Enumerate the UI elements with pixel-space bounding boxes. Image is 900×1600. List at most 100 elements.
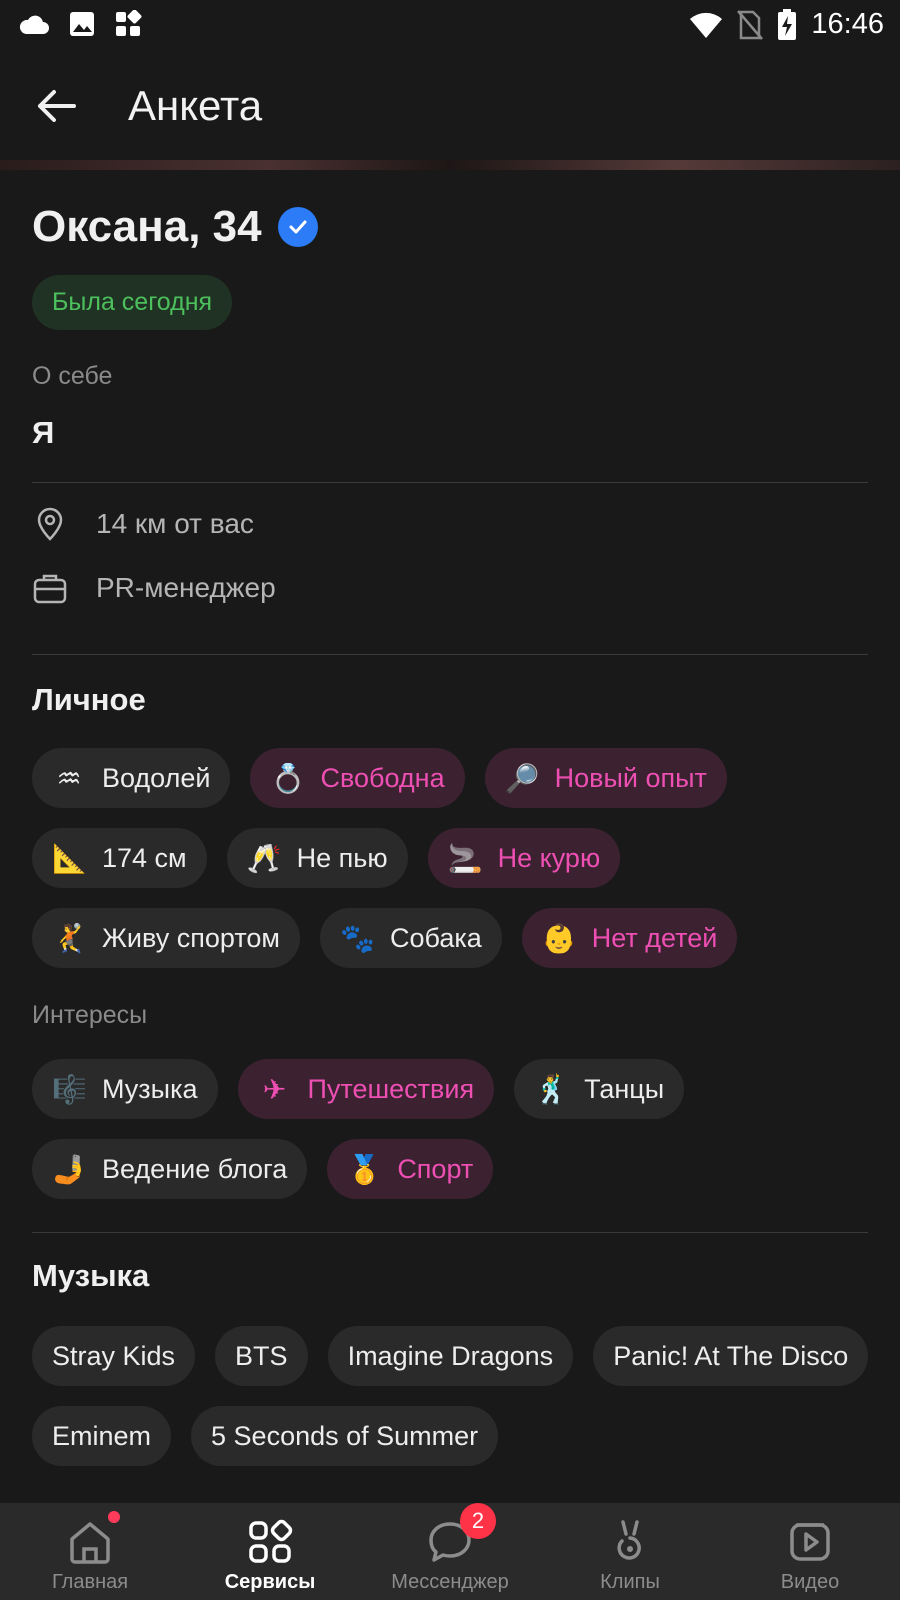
chip-music[interactable]: Stray Kids [32, 1326, 196, 1386]
chip-label: Не курю [497, 842, 601, 873]
clips-icon [617, 1520, 641, 1560]
chip-emoji-icon: 🤳 [52, 1152, 87, 1186]
profile-header: Оксана, 34 [32, 202, 318, 252]
divider [32, 1232, 868, 1233]
chip-personal[interactable]: 👶 Нет детей [521, 908, 738, 968]
distance-text: 14 км от вас [96, 508, 254, 539]
tab-label: Мессенджер [391, 1571, 509, 1593]
tab-clips[interactable]: Клипы [540, 1503, 720, 1600]
chip-emoji-icon: 🤾 [52, 921, 87, 955]
bottom-tab-bar: Главная Сервисы 2 Мессенджер Клипы Видео [0, 1503, 900, 1600]
back-arrow-icon[interactable] [34, 84, 78, 128]
profile-photo-edge[interactable] [0, 160, 900, 170]
chip-label: Новый опыт [554, 762, 707, 793]
clock: 16:46 [811, 8, 884, 40]
chip-emoji-icon: ✈ [262, 1072, 287, 1106]
chip-emoji-icon: 🚬 [447, 841, 483, 875]
chip-label: Свободна [320, 762, 445, 793]
tab-video[interactable]: Видео [720, 1503, 900, 1600]
chip-personal[interactable]: ♒ Водолей [32, 748, 231, 808]
tab-messenger[interactable]: 2 Мессенджер [360, 1503, 540, 1600]
interest-chips: 🎼 Музыка ✈ Путешествия 🕺 Танцы 🤳 Ведение блога 🥇… [32, 1059, 882, 1199]
chip-personal[interactable]: 📐 174 см [32, 828, 207, 888]
personal-chips: ♒ Водолей 💍 Свободна 🔎 Новый опыт 📐 174 см 🥂 Не п… [32, 748, 882, 968]
chip-music[interactable]: Eminem [32, 1406, 172, 1466]
chip-emoji-icon: 📐 [52, 841, 87, 875]
unread-badge: 2 [460, 1503, 496, 1539]
chip-label: Stray Kids [52, 1340, 176, 1371]
chip-personal[interactable]: 🤾 Живу спортом [32, 908, 300, 968]
chip-interest[interactable]: 🎼 Музыка [32, 1059, 218, 1119]
interests-label: Интересы [32, 1001, 148, 1029]
services-icon [249, 1519, 293, 1563]
chip-label: Музыка [102, 1073, 198, 1104]
about-label: О себе [32, 362, 113, 390]
chip-music[interactable]: 5 Seconds of Summer [191, 1406, 499, 1466]
chip-label: Imagine Dragons [347, 1340, 554, 1371]
chip-label: 174 см [102, 842, 187, 873]
music-chips: Stray Kids BTS Imagine Dragons Panic! At Th… [32, 1326, 882, 1466]
divider [32, 482, 868, 483]
chip-interest[interactable]: 🕺 Танцы [514, 1059, 685, 1119]
video-icon [790, 1523, 830, 1561]
about-text: Я [32, 415, 55, 450]
cloud-icon [19, 15, 49, 34]
chip-label: Не пью [296, 842, 388, 873]
tab-label: Сервисы [224, 1571, 316, 1593]
job-row: PR-менеджер [32, 570, 276, 606]
chip-label: Ведение блога [102, 1153, 288, 1184]
chip-music[interactable]: Panic! At The Disco [593, 1326, 869, 1386]
divider [32, 654, 868, 655]
chip-label: BTS [235, 1340, 288, 1371]
briefcase-icon [33, 574, 67, 604]
chip-label: 5 Seconds of Summer [211, 1420, 479, 1451]
location-pin-icon [37, 507, 63, 541]
tab-label: Видео [780, 1571, 840, 1593]
chip-label: Собака [389, 922, 482, 953]
chip-label: Живу спортом [102, 922, 280, 953]
chip-label: Нет детей [591, 922, 718, 953]
tab-label: Главная [51, 1571, 129, 1593]
chip-label: Panic! At The Disco [613, 1340, 849, 1371]
page-title: Анкета [128, 82, 263, 129]
chip-emoji-icon: 🔎 [504, 761, 540, 795]
chip-label: Водолей [102, 762, 211, 793]
chip-personal[interactable]: 🥂 Не пью [226, 828, 408, 888]
online-status-badge: Была сегодня [32, 275, 233, 330]
chip-emoji-icon: 🥂 [246, 841, 282, 875]
chip-emoji-icon: 🐾 [339, 921, 375, 955]
chip-interest[interactable]: ✈ Путешествия [237, 1059, 495, 1119]
chip-music[interactable]: BTS [215, 1326, 308, 1386]
chip-label: Спорт [397, 1153, 474, 1184]
scroll-fade [0, 1470, 900, 1500]
chip-emoji-icon: ♒ [56, 761, 82, 795]
chip-label: Eminem [52, 1420, 152, 1451]
personal-section-title: Личное [32, 682, 146, 717]
chip-music[interactable]: Imagine Dragons [327, 1326, 574, 1386]
chip-emoji-icon: 👶 [541, 921, 577, 955]
apps-icon [116, 10, 142, 36]
chip-label: Танцы [584, 1073, 665, 1104]
chip-interest[interactable]: 🤳 Ведение блога [32, 1139, 308, 1199]
chip-personal[interactable]: 🚬 Не курю [427, 828, 621, 888]
no-sim-icon [737, 9, 764, 40]
image-icon [70, 12, 94, 36]
battery-charging-icon [778, 8, 797, 40]
tab-label: Клипы [600, 1571, 660, 1593]
tab-services[interactable]: Сервисы [180, 1503, 360, 1600]
notification-dot [108, 1511, 120, 1523]
home-icon [70, 1522, 110, 1564]
status-bar: 16:46 [0, 0, 900, 50]
profile-name-age: Оксана, 34 [32, 202, 262, 251]
tab-home[interactable]: Главная [0, 1503, 180, 1600]
verified-icon [277, 207, 318, 247]
chip-emoji-icon: 🎼 [52, 1072, 87, 1106]
chip-personal[interactable]: 💍 Свободна [250, 748, 465, 808]
chip-personal[interactable]: 🔎 Новый опыт [484, 748, 727, 808]
wifi-icon [690, 12, 723, 38]
chip-emoji-icon: 💍 [270, 761, 306, 795]
chip-personal[interactable]: 🐾 Собака [319, 908, 502, 968]
music-section-title: Музыка [32, 1258, 150, 1293]
chip-interest[interactable]: 🥇 Спорт [327, 1139, 494, 1199]
chip-label: Путешествия [307, 1073, 475, 1104]
